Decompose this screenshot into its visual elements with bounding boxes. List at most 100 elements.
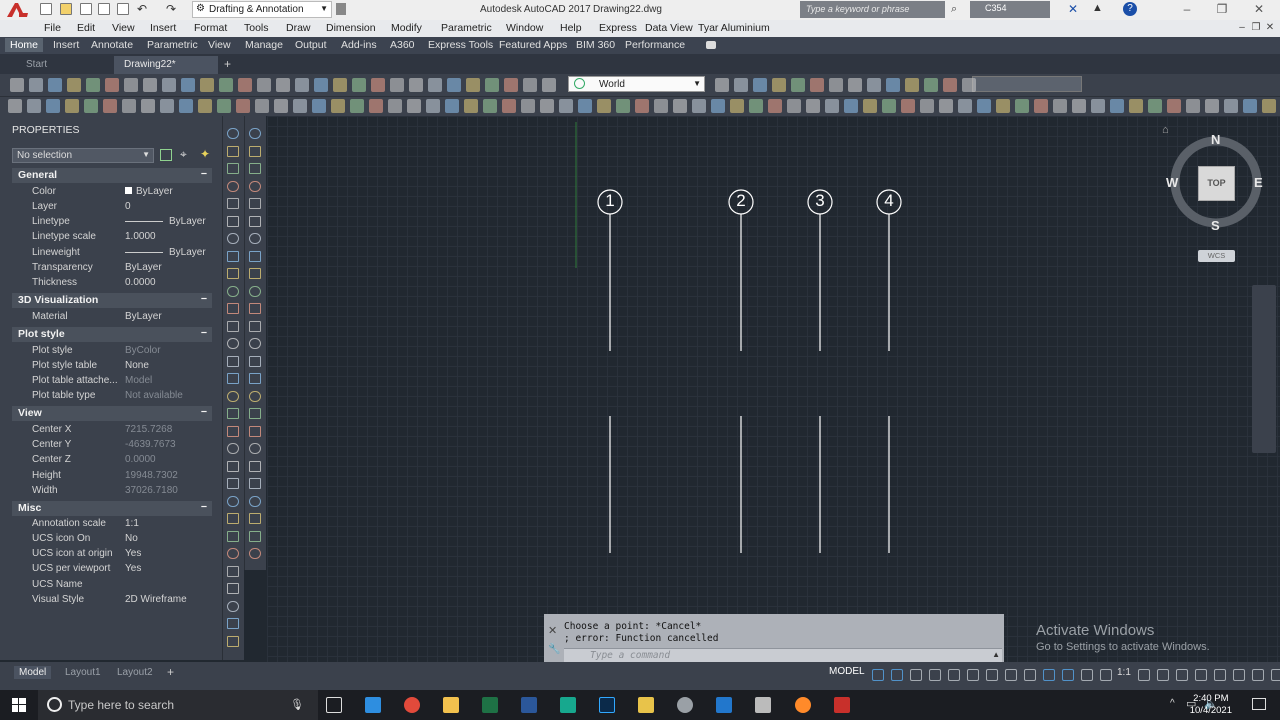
toolbar-tool-icon[interactable] <box>1034 99 1048 113</box>
draw-tool-icon[interactable] <box>227 163 239 174</box>
toolbar-tool-icon[interactable] <box>1072 99 1086 113</box>
prop-value-plot-style-table[interactable]: None <box>125 360 149 371</box>
tab-featured-apps[interactable]: Featured Apps <box>499 39 567 51</box>
draw-tool-icon[interactable] <box>227 618 239 629</box>
layout-tab-layout2[interactable]: Layout2 <box>117 667 153 678</box>
status-toggle-icon[interactable] <box>967 669 979 681</box>
close-command-line-icon[interactable]: ✕ <box>548 624 557 637</box>
draw-tool-icon[interactable] <box>249 145 261 157</box>
select-objects-icon[interactable]: ⌖ <box>180 147 187 162</box>
prop-value-annotation-scale[interactable]: 1:1 <box>125 518 139 529</box>
toolbar-tool-icon[interactable] <box>483 99 497 113</box>
command-input[interactable]: Type a command <box>564 648 1002 662</box>
draw-tool-icon[interactable] <box>249 390 261 402</box>
status-toggle-icon[interactable] <box>1157 669 1169 681</box>
draw-tool-icon[interactable] <box>249 513 261 524</box>
draw-tool-icon[interactable] <box>249 268 261 279</box>
toolbar-tool-icon[interactable] <box>29 78 43 92</box>
draw-tool-icon[interactable] <box>249 373 261 384</box>
toolbar-tool-icon[interactable] <box>314 78 328 92</box>
prop-value-color[interactable]: ByLayer <box>125 186 173 197</box>
toolbar-tool-icon[interactable] <box>768 99 782 113</box>
draw-tool-icon[interactable] <box>249 495 261 507</box>
save-icon[interactable] <box>80 3 92 15</box>
tab-parametric[interactable]: Parametric <box>147 39 198 51</box>
toggle-pickadd-icon[interactable] <box>160 149 172 161</box>
firefox-icon[interactable] <box>795 697 811 713</box>
tab-drawing22[interactable]: Drawing22* <box>114 56 218 74</box>
toolbar-tool-icon[interactable] <box>219 78 233 92</box>
draw-tool-icon[interactable] <box>227 355 239 367</box>
toolbar-tool-icon[interactable] <box>943 78 957 92</box>
file-explorer-icon[interactable] <box>443 697 459 713</box>
toolbar-tool-icon[interactable] <box>939 99 953 113</box>
draw-tool-icon[interactable] <box>227 495 239 507</box>
draw-tool-icon[interactable] <box>249 548 261 559</box>
toolbar-tool-icon[interactable] <box>502 99 516 113</box>
toolbar-tool-icon[interactable] <box>715 78 729 92</box>
toolbar-tool-icon[interactable] <box>616 99 630 113</box>
toolbar-tool-icon[interactable] <box>333 78 347 92</box>
toolbar-tool-icon[interactable] <box>730 99 744 113</box>
status-toggle-icon[interactable] <box>1271 669 1280 681</box>
menu-tools[interactable]: Tools <box>244 22 269 34</box>
tab-express-tools[interactable]: Express Tools <box>428 39 493 51</box>
notification-icon[interactable] <box>1252 698 1266 710</box>
toolbar-tool-icon[interactable] <box>559 99 573 113</box>
toolbar-tool-icon[interactable] <box>331 99 345 113</box>
tab-add-ins[interactable]: Add-ins <box>341 39 377 51</box>
section-view[interactable]: View − <box>12 406 212 421</box>
toolbar-tool-icon[interactable] <box>464 99 478 113</box>
quick-select-icon[interactable]: ✦ <box>200 147 210 161</box>
a360-icon[interactable]: ▲ <box>1092 2 1103 14</box>
toolbar-tool-icon[interactable] <box>848 78 862 92</box>
toolbar-tool-icon[interactable] <box>1110 99 1124 113</box>
draw-tool-icon[interactable] <box>249 530 261 542</box>
toolbar-tool-icon[interactable] <box>407 99 421 113</box>
customize-command-icon[interactable]: 🔧 <box>548 644 560 655</box>
menu-format[interactable]: Format <box>194 22 227 34</box>
menu-tyar-aluminium[interactable]: Tyar Aluminium <box>698 22 770 34</box>
toolbar-tool-icon[interactable] <box>143 78 157 92</box>
status-toggle-icon[interactable] <box>891 669 903 681</box>
draw-tool-icon[interactable] <box>227 478 239 489</box>
layer-select[interactable] <box>972 76 1082 92</box>
draw-tool-icon[interactable] <box>249 250 261 262</box>
draw-tool-icon[interactable] <box>227 145 239 157</box>
clock[interactable]: 2:40 PM 10/4/2021 <box>1190 693 1232 717</box>
toolbar-tool-icon[interactable] <box>504 78 518 92</box>
viewcube-north[interactable]: N <box>1211 132 1220 147</box>
layout-tab-model[interactable]: Model <box>14 666 52 679</box>
command-history-dropdown-icon[interactable]: ▲ <box>992 650 1000 659</box>
doc-close-icon[interactable]: ✕ <box>1264 22 1276 34</box>
menu-modify[interactable]: Modify <box>391 22 422 34</box>
help-icon[interactable]: ? <box>1123 2 1137 16</box>
toolbar-tool-icon[interactable] <box>905 78 919 92</box>
menu-draw[interactable]: Draw <box>286 22 311 34</box>
toolbar-tool-icon[interactable] <box>312 99 326 113</box>
toolbar-tool-icon[interactable] <box>958 99 972 113</box>
toolbar-tool-icon[interactable] <box>236 99 250 113</box>
draw-tool-icon[interactable] <box>227 285 239 297</box>
section-plot-style[interactable]: Plot style − <box>12 327 212 342</box>
draw-tool-icon[interactable] <box>227 233 239 244</box>
draw-tool-icon[interactable] <box>249 320 261 332</box>
toolbar-tool-icon[interactable] <box>753 78 767 92</box>
toolbar-tool-icon[interactable] <box>200 78 214 92</box>
toolbar-tool-icon[interactable] <box>409 78 423 92</box>
save-as-icon[interactable] <box>98 3 110 15</box>
toolbar-tool-icon[interactable] <box>635 99 649 113</box>
status-toggle-icon[interactable] <box>1195 669 1207 681</box>
draw-tool-icon[interactable] <box>227 128 239 139</box>
undo-icon[interactable]: ↶ <box>137 2 147 16</box>
prop-value-ucs-icon-on[interactable]: No <box>125 533 138 544</box>
status-toggle-icon[interactable] <box>1214 669 1226 681</box>
toolbar-tool-icon[interactable] <box>8 99 22 113</box>
draw-tool-icon[interactable] <box>249 128 261 139</box>
draw-tool-icon[interactable] <box>249 233 261 244</box>
toolbar-tool-icon[interactable] <box>485 78 499 92</box>
selection-select[interactable]: No selection ▼ <box>12 148 154 163</box>
store-icon[interactable] <box>365 697 381 713</box>
draw-tool-icon[interactable] <box>227 198 239 209</box>
draw-tool-icon[interactable] <box>249 163 261 174</box>
